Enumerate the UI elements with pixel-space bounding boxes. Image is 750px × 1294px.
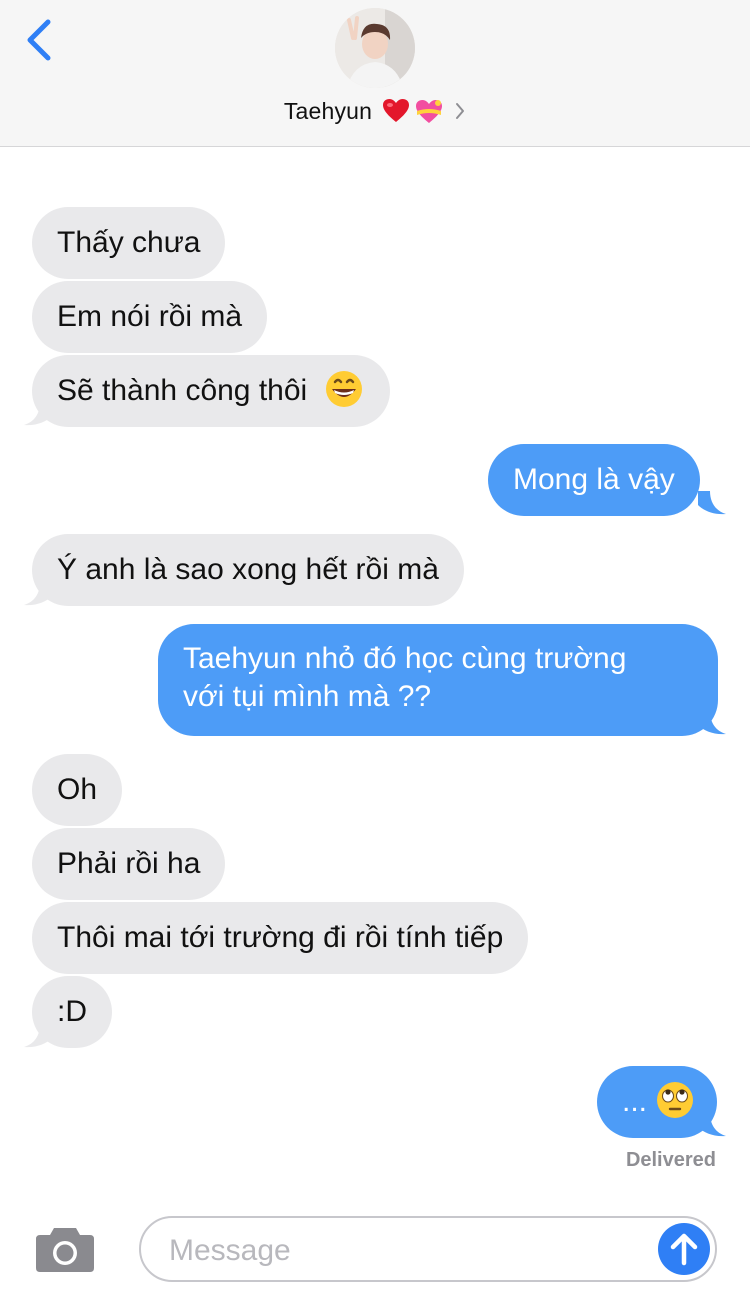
message-text: Phải rồi ha: [57, 847, 201, 880]
message-text-line: với tụi mình mà ??: [183, 680, 432, 713]
chevron-right-icon: [456, 103, 465, 119]
message-text: Em nói rồi mà: [57, 300, 243, 333]
message-text: Thấy chưa: [57, 226, 201, 259]
bubble-tail: [24, 1024, 52, 1048]
heart-with-ribbon-icon: [416, 100, 443, 123]
message-bubble-incoming[interactable]: Em nói rồi mà: [32, 281, 268, 353]
bubble-tail: [24, 402, 52, 426]
send-arrow-icon: [670, 1233, 698, 1266]
bubble-tail: [698, 1113, 726, 1137]
avatar[interactable]: [335, 8, 415, 88]
message-bubble-outgoing[interactable]: Taehyun nhỏ đó học cùng trường với tụi m…: [158, 624, 718, 736]
message-text: Ý anh là sao xong hết rồi mà: [57, 553, 439, 586]
conversation-header: Taehyun: [0, 0, 750, 147]
eye-roll-face-icon: [657, 1082, 694, 1119]
contact-name: Taehyun: [283, 97, 373, 124]
delivery-status: Delivered: [625, 1149, 716, 1171]
message-bubble-incoming[interactable]: Thấy chưa: [32, 207, 226, 279]
camera-button[interactable]: [34, 1224, 96, 1274]
message-input[interactable]: [167, 1230, 641, 1272]
message-text: :D: [57, 995, 87, 1028]
red-heart-icon: [383, 99, 410, 122]
message-input-box[interactable]: [139, 1216, 717, 1282]
bubble-tail: [698, 711, 726, 735]
message-text: Mong là vậy: [513, 463, 675, 496]
message-bubble-incoming[interactable]: Oh: [32, 754, 123, 826]
bubble-tail: [24, 582, 52, 606]
message-bubble-incoming[interactable]: Sẽ thành công thôi: [32, 355, 390, 427]
message-text: Sẽ thành công thôi: [57, 374, 308, 407]
grinning-face-icon: [325, 371, 362, 408]
message-text: Thôi mai tới trường đi rồi tính tiếp: [57, 921, 504, 954]
avatar-photo: [335, 8, 415, 88]
back-button[interactable]: [20, 16, 60, 66]
message-text: ...: [622, 1085, 648, 1118]
send-button[interactable]: [658, 1223, 710, 1275]
message-bubble-incoming[interactable]: Thôi mai tới trường đi rồi tính tiếp: [32, 902, 529, 974]
contact-name-button[interactable]: Taehyun: [0, 94, 750, 128]
message-text-line: Taehyun nhỏ đó học cùng trường: [183, 642, 627, 675]
message-text: Oh: [57, 773, 98, 806]
bubble-tail: [698, 491, 726, 515]
message-bubble-incoming[interactable]: Ý anh là sao xong hết rồi mà: [32, 534, 464, 606]
message-bubble-incoming[interactable]: Phải rồi ha: [32, 828, 226, 900]
back-chevron-icon: [27, 19, 51, 61]
message-bubble-outgoing[interactable]: Mong là vậy: [488, 444, 700, 516]
camera-icon: [36, 1228, 94, 1272]
